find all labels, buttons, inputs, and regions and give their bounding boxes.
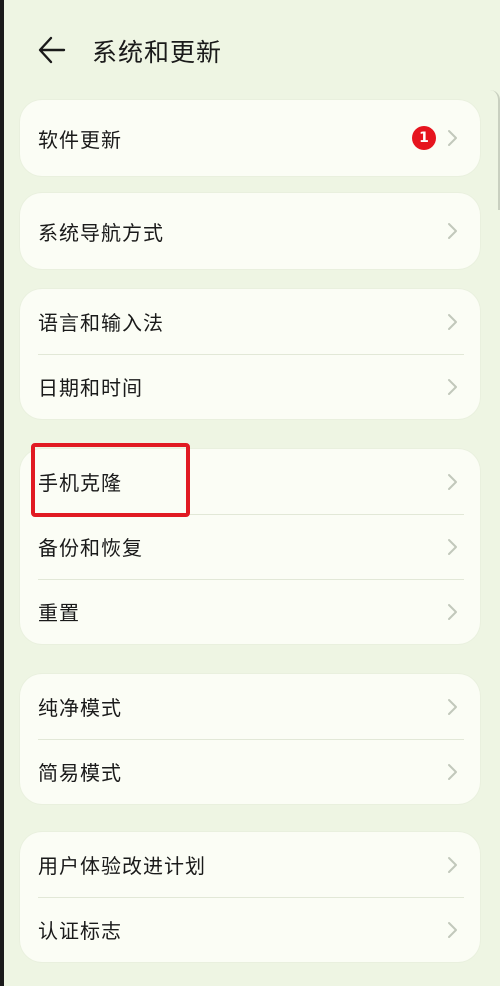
pure-mode-item[interactable]: 纯净模式 <box>20 674 480 739</box>
simple-mode-item[interactable]: 简易模式 <box>20 739 480 804</box>
date-time-label: 日期和时间 <box>38 376 143 400</box>
update-count-badge: 1 <box>412 126 436 150</box>
screen-edge <box>0 0 4 986</box>
settings-group-experience: 用户体验改进计划 认证标志 <box>20 832 480 962</box>
scroll-edge-indicator <box>488 90 500 210</box>
software-update-label: 软件更新 <box>38 127 122 152</box>
backup-restore-label: 备份和恢复 <box>38 536 143 560</box>
app-header: 系统和更新 <box>0 20 500 80</box>
ux-improvement-item[interactable]: 用户体验改进计划 <box>20 832 480 897</box>
back-arrow-icon <box>38 36 66 64</box>
language-input-item[interactable]: 语言和输入法 <box>20 289 480 354</box>
software-update-item[interactable]: 软件更新 1 <box>20 100 480 176</box>
chevron-right-icon <box>448 473 457 490</box>
language-input-label: 语言和输入法 <box>38 311 164 335</box>
system-navigation-item[interactable]: 系统导航方式 <box>20 193 480 269</box>
chevron-right-icon <box>448 698 457 715</box>
chevron-right-icon <box>448 130 457 146</box>
reset-item[interactable]: 重置 <box>20 579 480 644</box>
system-navigation-label: 系统导航方式 <box>38 220 164 245</box>
chevron-right-icon <box>448 603 457 620</box>
chevron-right-icon <box>448 856 457 873</box>
settings-group-clone-backup: 手机克隆 备份和恢复 重置 <box>20 449 480 644</box>
page-title: 系统和更新 <box>92 38 223 67</box>
simple-mode-label: 简易模式 <box>38 761 122 785</box>
chevron-right-icon <box>448 313 457 330</box>
chevron-right-icon <box>448 921 457 938</box>
settings-group-navigation: 系统导航方式 <box>20 193 480 269</box>
certification-marks-label: 认证标志 <box>38 919 122 943</box>
chevron-right-icon <box>448 378 457 395</box>
date-time-item[interactable]: 日期和时间 <box>20 354 480 419</box>
reset-label: 重置 <box>38 601 80 625</box>
chevron-right-icon <box>448 538 457 555</box>
phone-clone-label: 手机克隆 <box>38 471 122 495</box>
settings-group-modes: 纯净模式 简易模式 <box>20 674 480 804</box>
chevron-right-icon <box>448 223 457 239</box>
backup-restore-item[interactable]: 备份和恢复 <box>20 514 480 579</box>
settings-group-language-date: 语言和输入法 日期和时间 <box>20 289 480 419</box>
chevron-right-icon <box>448 763 457 780</box>
pure-mode-label: 纯净模式 <box>38 696 122 720</box>
back-button[interactable] <box>34 32 74 68</box>
phone-clone-item[interactable]: 手机克隆 <box>20 449 480 514</box>
settings-group-update: 软件更新 1 <box>20 100 480 176</box>
ux-improvement-label: 用户体验改进计划 <box>38 854 206 878</box>
certification-marks-item[interactable]: 认证标志 <box>20 897 480 962</box>
